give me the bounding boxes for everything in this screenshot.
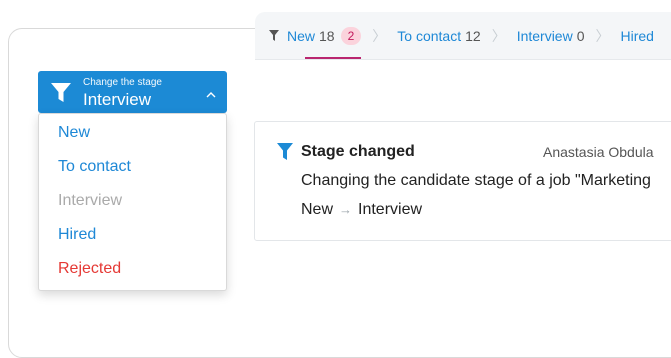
new-badge: 2 [340, 26, 362, 45]
from-stage: New [301, 201, 334, 218]
tab-new[interactable]: New 18 2 [287, 12, 362, 59]
to-stage: Interview [358, 201, 423, 218]
menu-item-to-contact[interactable]: To contact [58, 157, 131, 177]
activity-card: Stage changed Anastasia Obdula Changing … [254, 121, 671, 241]
tab-count: 12 [465, 27, 481, 44]
dropdown-caption: Change the stage [83, 77, 162, 88]
chevron-right-icon: 〉 [595, 27, 610, 44]
funnel-icon [277, 143, 293, 165]
activity-title: Stage changed [301, 143, 415, 160]
tab-interview[interactable]: Interview 0 [517, 12, 585, 59]
menu-item-new[interactable]: New [58, 123, 90, 143]
tab-count: 18 [319, 27, 335, 44]
chevron-right-icon: 〉 [372, 27, 387, 44]
chevron-right-icon: 〉 [491, 27, 506, 44]
menu-item-hired[interactable]: Hired [58, 225, 96, 245]
tab-hired[interactable]: Hired [621, 12, 654, 59]
tab-label: Hired [620, 27, 654, 44]
dropdown-selected: Interview [83, 90, 152, 109]
tab-label: To contact [397, 27, 462, 44]
activity-author: Anastasia Obdula [543, 144, 654, 160]
stage-tabs-bar: New 18 2 〉 To contact 12 〉 Interview 0 〉… [255, 12, 671, 60]
menu-item-interview: Interview [58, 192, 123, 209]
tab-label: Interview [516, 27, 573, 44]
tab-label: New [287, 27, 316, 44]
funnel-icon [51, 83, 71, 107]
arrow-right-icon: → [339, 202, 353, 217]
change-stage-dropdown[interactable]: Change the stage Interview [38, 71, 227, 113]
filter-icon [269, 30, 279, 41]
activity-description: Changing the candidate stage of a job "M… [301, 172, 651, 189]
tab-to-contact[interactable]: To contact 12 [397, 12, 480, 59]
stage-transition: New → Interview [301, 201, 422, 219]
chevron-up-icon [206, 86, 216, 104]
menu-item-rejected[interactable]: Rejected [58, 259, 121, 279]
stage-menu: New To contact Interview Hired Rejected [38, 113, 227, 291]
tab-count: 0 [576, 27, 585, 44]
